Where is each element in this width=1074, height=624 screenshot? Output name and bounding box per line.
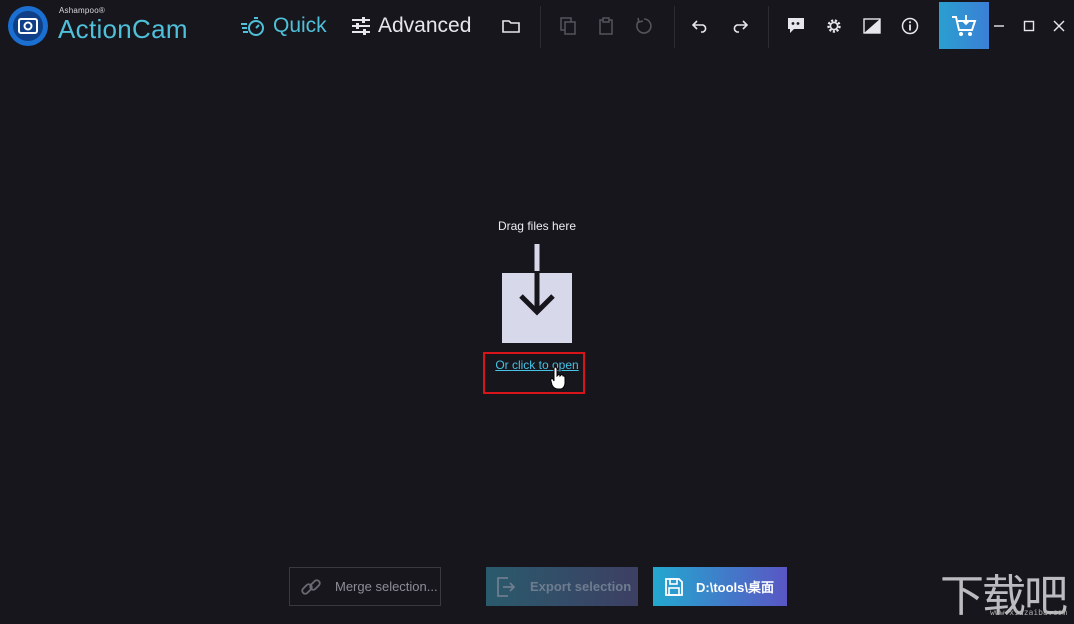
advanced-mode-tab[interactable]: Advanced [351, 12, 471, 40]
merge-selection-button[interactable]: Merge selection... [289, 567, 441, 606]
maximize-icon [1023, 20, 1035, 32]
toolbar-divider [674, 6, 675, 48]
floppy-disk-icon [665, 577, 683, 596]
export-selection-label: Export selection [530, 579, 632, 594]
hand-pointer-icon [550, 366, 566, 390]
gear-icon [827, 19, 841, 33]
maximize-button[interactable] [1016, 13, 1042, 39]
settings-button[interactable] [821, 13, 847, 39]
info-icon [901, 17, 919, 35]
title-bar: Ashampoo® ActionCam Quick Advanced [0, 0, 1074, 52]
reset-button[interactable] [631, 13, 657, 39]
annotation-highlight-box [483, 352, 585, 394]
buy-button[interactable] [939, 2, 989, 49]
chat-bubble-icon [788, 18, 804, 33]
site-watermark-url: www.xiazaiba.com [990, 608, 1068, 617]
arrow-down-icon [519, 244, 555, 316]
minimize-button[interactable] [986, 13, 1012, 39]
quick-mode-tab[interactable]: Quick [240, 12, 327, 40]
advanced-label: Advanced [378, 14, 472, 37]
save-location-button[interactable]: D:\tools\桌面 [653, 567, 787, 606]
stopwatch-icon [241, 17, 264, 36]
minimize-icon [994, 25, 1004, 27]
copy-icon [560, 17, 576, 35]
undo-icon [692, 20, 707, 33]
drop-zone-label: Drag files here [497, 219, 577, 233]
undo-button[interactable] [688, 13, 714, 39]
close-icon [1053, 20, 1065, 32]
app-title: ActionCam [58, 14, 188, 44]
paste-button[interactable] [593, 13, 619, 39]
open-folder-button[interactable] [498, 13, 524, 39]
link-icon [301, 578, 321, 595]
feedback-button[interactable] [783, 13, 809, 39]
actioncam-logo-icon [8, 6, 48, 46]
clipboard-icon [599, 17, 613, 35]
save-path-label: D:\tools\桌面 [696, 580, 774, 595]
close-button[interactable] [1046, 13, 1072, 39]
theme-button[interactable] [859, 13, 885, 39]
folder-icon [502, 20, 520, 33]
info-button[interactable] [897, 13, 923, 39]
export-selection-button[interactable]: Export selection [486, 567, 638, 606]
redo-icon [733, 20, 748, 33]
shopping-cart-icon [952, 14, 977, 36]
quick-label: Quick [273, 14, 327, 37]
merge-selection-label: Merge selection... [335, 579, 438, 594]
toolbar-divider [768, 6, 769, 48]
contrast-icon [863, 18, 881, 34]
redo-button[interactable] [726, 13, 752, 39]
sliders-icon [352, 17, 370, 35]
copy-button[interactable] [555, 13, 581, 39]
export-icon [497, 576, 516, 597]
rotate-icon [636, 17, 652, 34]
toolbar-divider [540, 6, 541, 48]
